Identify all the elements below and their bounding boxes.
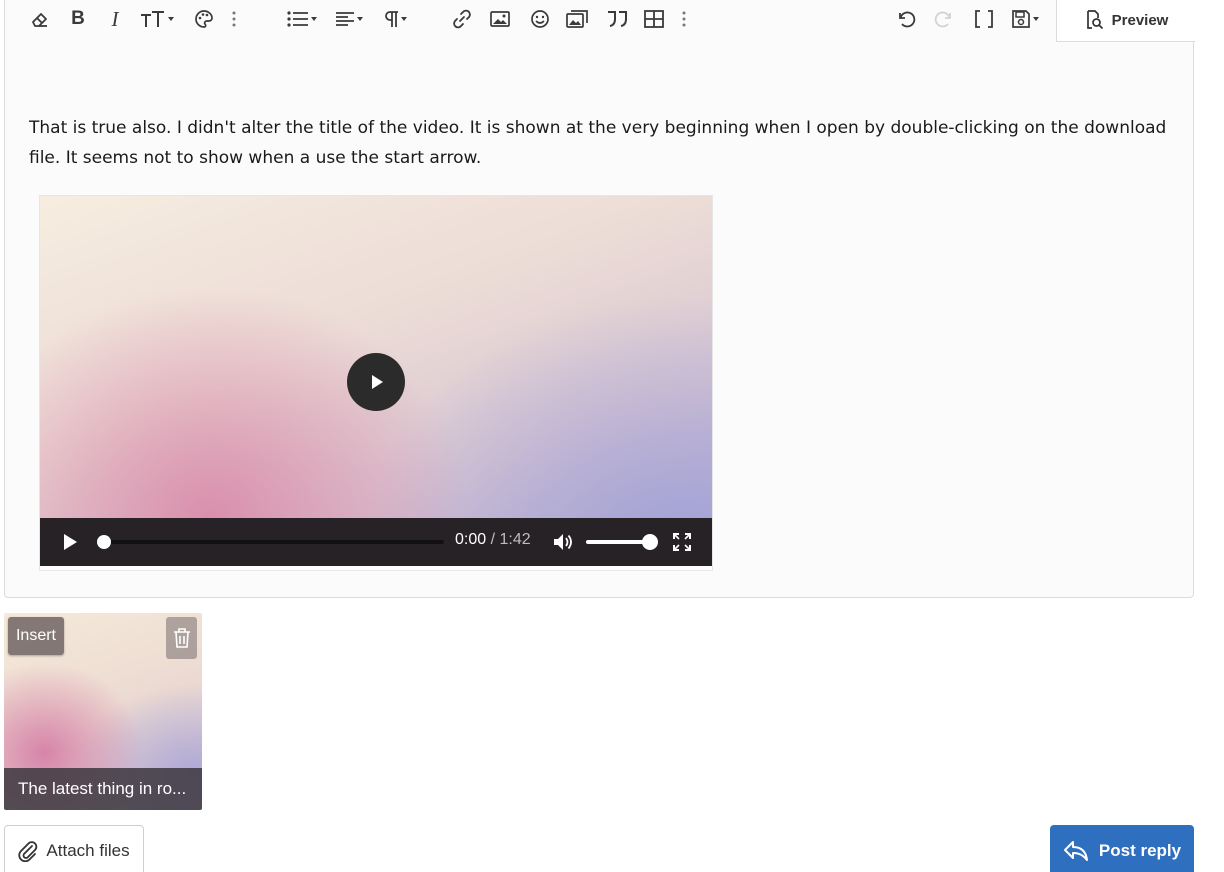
image-icon[interactable]	[487, 7, 513, 31]
editor-toolbar: B I Preview	[5, 0, 1195, 42]
post-reply-button[interactable]: Post reply	[1050, 825, 1194, 872]
paperclip-icon	[18, 841, 38, 862]
volume-icon	[554, 534, 572, 550]
save-draft-icon[interactable]	[1005, 7, 1045, 31]
italic-icon[interactable]: I	[105, 7, 125, 31]
play-button[interactable]	[58, 530, 82, 554]
list-icon[interactable]	[283, 7, 321, 31]
eraser-icon[interactable]	[27, 7, 53, 31]
video-controls: 0:00 / 1:42	[40, 518, 712, 566]
preview-search-icon	[1086, 10, 1103, 30]
attach-files-label: Attach files	[46, 841, 130, 860]
insert-button[interactable]: Insert	[8, 617, 64, 655]
time-display: 0:00 / 1:42	[455, 531, 531, 549]
more-vertical-icon[interactable]	[677, 7, 691, 31]
attach-files-button[interactable]: Attach files	[4, 825, 144, 872]
more-vertical-icon[interactable]	[227, 7, 241, 31]
attachment-thumbnail[interactable]: Insert The latest thing in ro...	[4, 613, 202, 810]
progress-track[interactable]	[100, 540, 444, 544]
table-icon[interactable]	[641, 7, 667, 31]
delete-attachment-button[interactable]	[166, 617, 197, 659]
post-reply-label: Post reply	[1098, 841, 1182, 860]
progress-handle[interactable]	[97, 535, 111, 549]
brackets-icon[interactable]	[971, 7, 997, 31]
current-time: 0:00	[455, 531, 487, 548]
preview-tab[interactable]: Preview	[1056, 0, 1195, 42]
align-icon[interactable]	[331, 7, 367, 31]
attachment-caption: The latest thing in ro...	[4, 768, 202, 810]
media-gallery-icon[interactable]	[563, 7, 591, 31]
fullscreen-icon	[673, 533, 691, 551]
preview-label: Preview	[1111, 11, 1169, 29]
smiley-icon[interactable]	[527, 7, 553, 31]
bold-icon[interactable]: B	[67, 7, 89, 31]
volume-handle[interactable]	[642, 534, 658, 550]
message-text[interactable]: That is true also. I didn't alter the ti…	[29, 113, 1179, 173]
duration: 1:42	[499, 531, 531, 548]
reply-icon	[1063, 841, 1088, 861]
link-icon[interactable]	[449, 7, 475, 31]
embedded-video: 0:00 / 1:42	[39, 195, 713, 571]
volume-button[interactable]	[550, 530, 576, 554]
redo-icon	[931, 7, 957, 31]
undo-icon[interactable]	[893, 7, 919, 31]
play-icon	[64, 534, 77, 550]
paragraph-icon[interactable]	[377, 7, 413, 31]
fullscreen-button[interactable]	[670, 530, 694, 554]
palette-icon[interactable]	[191, 7, 217, 31]
message-editor: B I Preview That is true also. I didn't …	[4, 0, 1195, 598]
big-play-button[interactable]	[347, 353, 405, 411]
video-frame[interactable]: 0:00 / 1:42	[40, 196, 712, 566]
quote-icon[interactable]	[603, 7, 631, 31]
time-separator: /	[490, 531, 496, 548]
play-icon	[372, 375, 383, 389]
trash-icon	[173, 628, 190, 648]
text-size-icon[interactable]	[137, 7, 177, 31]
